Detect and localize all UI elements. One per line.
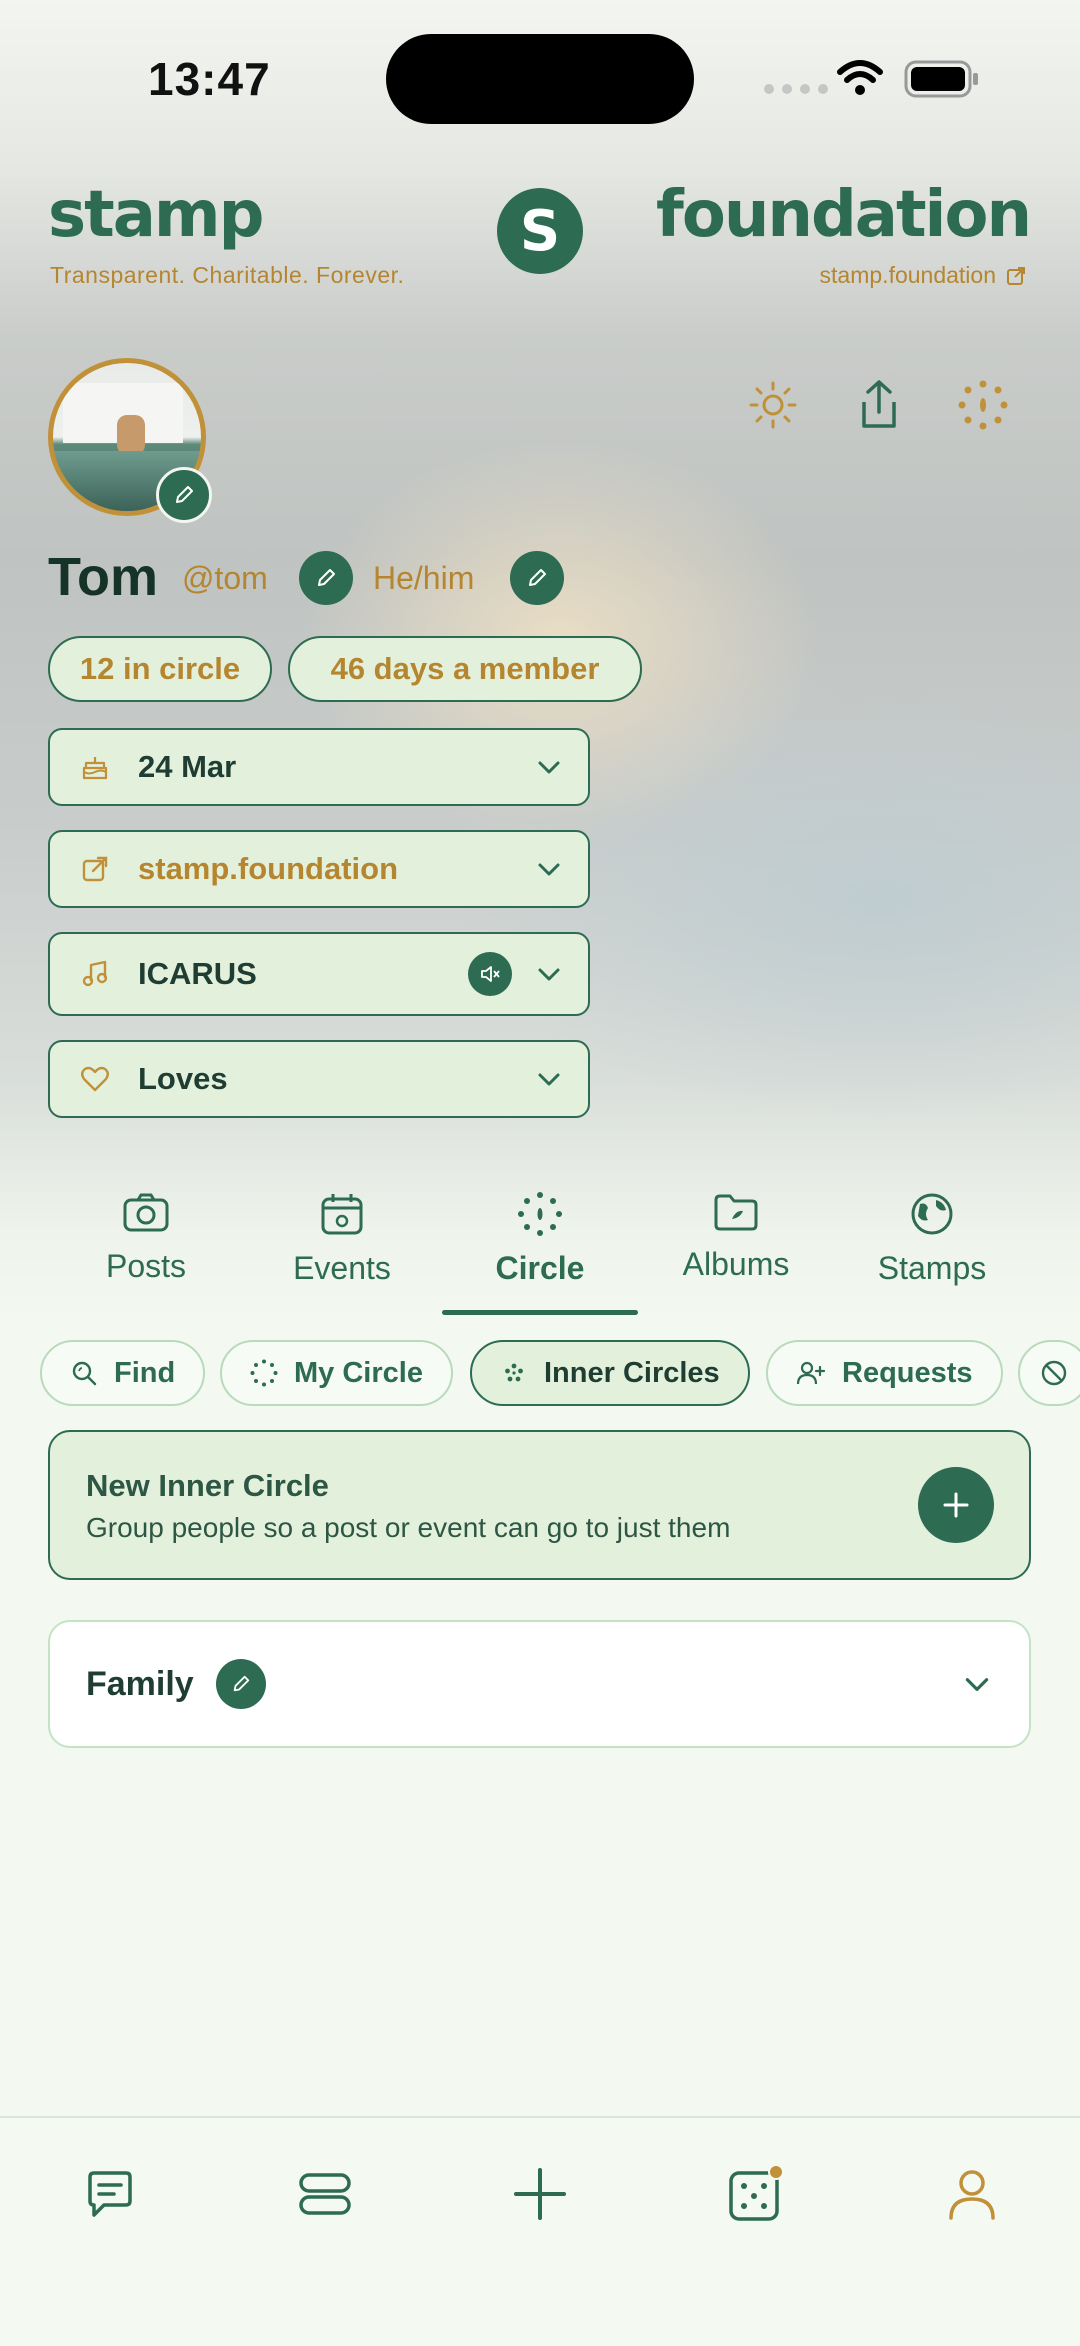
loves-label: Loves [138, 1061, 228, 1096]
camera-icon [123, 1193, 169, 1232]
profile-handle: @tom [182, 560, 268, 596]
active-tab-indicator [442, 1310, 638, 1315]
profile-name: Tom [48, 547, 158, 607]
status-time: 13:47 [148, 53, 271, 105]
tab-circle-label: Circle [495, 1250, 585, 1286]
blocked-icon [1041, 1360, 1067, 1386]
edit-handle-button[interactable] [299, 551, 353, 605]
chat-icon [88, 2171, 132, 2217]
profile-icon [949, 2170, 995, 2220]
music-note-icon [82, 960, 108, 987]
mute-button[interactable] [468, 952, 512, 996]
bottom-nav [0, 2116, 1080, 2346]
calendar-icon [321, 1194, 363, 1235]
cake-icon [82, 757, 108, 780]
dotted-circle-icon [518, 1192, 562, 1236]
site-link-label: stamp.foundation [819, 262, 996, 288]
filter-my-circle-label: My Circle [294, 1356, 423, 1389]
pencil-icon [176, 486, 193, 503]
membership-chip: 46 days a member [288, 636, 642, 702]
tab-stamps[interactable]: Stamps [834, 1192, 1030, 1287]
profile-pronouns: He/him [373, 560, 475, 596]
filter-my-circle[interactable]: My Circle [220, 1340, 453, 1406]
site-link[interactable]: stamp.foundation [820, 262, 1026, 289]
chevron-down-icon [965, 1678, 989, 1691]
filter-inner-circles[interactable]: Inner Circles [470, 1340, 750, 1406]
filter-find-label: Find [114, 1356, 176, 1389]
tab-albums[interactable]: Albums [638, 1192, 834, 1283]
inner-circle-name: Family [86, 1664, 194, 1703]
tab-stamps-label: Stamps [877, 1250, 987, 1286]
birthday-label: 24 Mar [138, 749, 237, 784]
globe-icon [911, 1193, 953, 1235]
pencil-icon [529, 569, 546, 586]
pencil-icon [233, 1675, 249, 1692]
share-icon [862, 380, 896, 428]
dynamic-island [386, 34, 694, 124]
signal-icon [764, 84, 828, 94]
website-label: stamp.foundation [138, 851, 399, 886]
dotted-circle-icon [958, 380, 1008, 430]
filter-find[interactable]: Find [40, 1340, 206, 1406]
chevron-down-icon [538, 1073, 560, 1086]
new-inner-circle-card[interactable]: New Inner Circle Group people so a post … [48, 1430, 1031, 1580]
external-link-icon [1007, 266, 1025, 285]
tab-circle[interactable]: Circle [442, 1192, 638, 1287]
brand-right-word: foundation [656, 178, 1032, 252]
loves-row[interactable]: Loves [48, 1040, 590, 1118]
tab-albums-label: Albums [682, 1246, 790, 1282]
chevron-down-icon [538, 863, 560, 876]
external-link-icon [82, 856, 108, 882]
music-row[interactable]: ICARUS [48, 932, 590, 1016]
folder-icon [714, 1194, 758, 1231]
plus-icon [514, 2168, 566, 2220]
tab-events-label: Events [293, 1250, 391, 1286]
inner-circle-icon [505, 1363, 523, 1382]
tab-events[interactable]: Events [244, 1192, 440, 1287]
website-row[interactable]: stamp.foundation [48, 830, 590, 908]
tab-posts[interactable]: Posts [48, 1192, 244, 1285]
search-icon [72, 1361, 97, 1386]
sun-icon [749, 381, 797, 429]
music-label: ICARUS [138, 956, 257, 991]
inner-circle-family[interactable]: Family [48, 1620, 1031, 1748]
chevron-down-icon [538, 968, 560, 981]
theme-button[interactable] [746, 378, 800, 432]
wifi-icon [837, 60, 883, 95]
nav-feed[interactable] [289, 2158, 361, 2230]
nav-create[interactable] [504, 2158, 576, 2230]
birthday-row[interactable]: 24 Mar [48, 728, 590, 806]
brand-tagline: Transparent. Charitable. Forever. [50, 262, 405, 288]
speaker-mute-icon [481, 966, 500, 982]
circle-count-chip[interactable]: 12 in circle [48, 636, 272, 702]
nav-games[interactable] [720, 2158, 792, 2230]
filter-requests-label: Requests [842, 1356, 973, 1389]
chevron-down-icon [538, 761, 560, 774]
avatar-edit-button[interactable] [156, 467, 212, 523]
plus-icon [943, 1492, 969, 1518]
edit-circle-button[interactable] [215, 1659, 266, 1709]
battery-icon [904, 60, 978, 98]
add-inner-circle-button[interactable] [918, 1467, 994, 1543]
filter-inner-circles-label: Inner Circles [544, 1356, 720, 1389]
circle-menu-button[interactable] [956, 378, 1010, 432]
add-person-icon [796, 1361, 826, 1385]
new-inner-circle-title: New Inner Circle [86, 1468, 329, 1503]
brand-left-word: stamp [48, 178, 264, 252]
edit-pronouns-button[interactable] [510, 551, 564, 605]
feed-icon [299, 2173, 351, 2215]
new-inner-circle-subtitle: Group people so a post or event can go t… [86, 1512, 731, 1543]
dotted-circle-icon [250, 1359, 278, 1387]
filter-requests[interactable]: Requests [766, 1340, 1003, 1406]
brand-logo[interactable]: S [497, 188, 583, 274]
heart-icon [81, 1066, 109, 1092]
dice-icon [729, 2164, 784, 2221]
pencil-icon [318, 569, 335, 586]
tab-posts-label: Posts [105, 1248, 187, 1284]
filter-blocked[interactable] [1018, 1340, 1080, 1406]
nav-chat[interactable] [74, 2158, 146, 2230]
share-button[interactable] [852, 378, 906, 432]
nav-profile[interactable] [936, 2158, 1008, 2230]
